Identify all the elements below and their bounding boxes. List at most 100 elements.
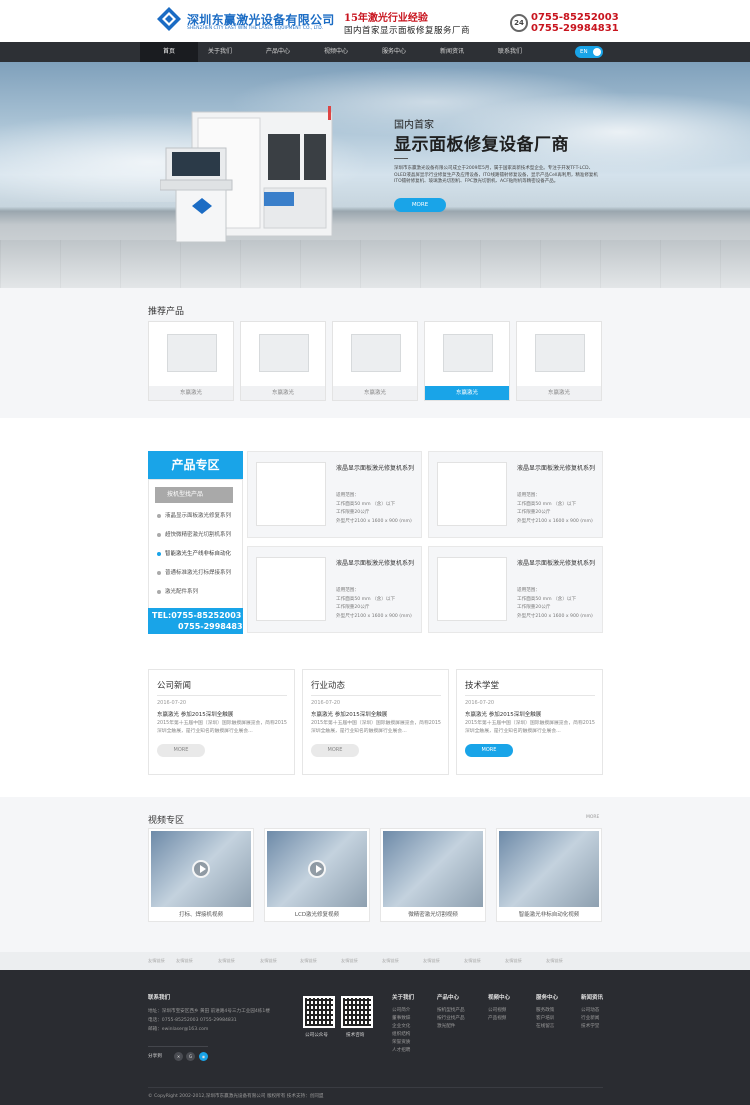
category-item[interactable]: 液晶显示面板激光修复系列 <box>157 511 239 521</box>
product-image <box>443 334 493 372</box>
recommended-product-card[interactable]: 东赢激光 <box>332 321 418 401</box>
sky-clouds <box>0 62 750 202</box>
video-label: 微精密激光切割视频 <box>408 912 458 918</box>
phone-24h-icon: 24 <box>510 14 528 32</box>
zone-product-card[interactable]: 液晶显示面板激光修复机系列 适用范围： 工作面高50 mm （含）以下 工作限重20… <box>428 546 603 633</box>
friend-link[interactable]: 友情链接 <box>382 958 399 964</box>
recommended-product-card[interactable]: 东赢激光 <box>240 321 326 401</box>
footer-link[interactable]: 人才招聘 <box>392 1046 410 1055</box>
nav-service[interactable]: 服务中心 <box>365 42 423 62</box>
footer-link[interactable]: 激光配件 <box>437 1022 455 1031</box>
video-card[interactable]: 微精密激光切割视频 <box>380 828 486 922</box>
friend-link[interactable]: 友情链接 <box>300 958 317 964</box>
company-logo-icon[interactable] <box>156 6 182 32</box>
friend-link[interactable]: 友情链接 <box>505 958 522 964</box>
nav-products[interactable]: 产品中心 <box>249 42 307 62</box>
news-box-title[interactable]: 公司新闻 <box>157 679 191 691</box>
google-plus-icon[interactable]: G <box>186 1052 195 1061</box>
product-label: 东赢激光 <box>333 386 417 400</box>
banner-more-button[interactable]: MORE <box>394 198 446 212</box>
news-headline[interactable]: 东赢激光 参加2015深圳全触展 <box>465 710 541 718</box>
news-more-button[interactable]: MORE <box>157 744 205 757</box>
tiled-floor <box>0 240 750 288</box>
footer-link[interactable]: 在线留言 <box>536 1022 554 1031</box>
product-name[interactable]: 液晶显示面板激光修复机系列 <box>336 559 416 569</box>
spec-line: 工作面高50 mm （含）以下 <box>517 501 577 507</box>
news-more-button[interactable]: MORE <box>311 744 359 757</box>
toggle-knob <box>593 48 601 56</box>
zone-product-card[interactable]: 液晶显示面板激光修复机系列 适用范围： 工作面高50 mm （含）以下 工作限重20… <box>247 546 422 633</box>
recommended-product-card[interactable]: 东赢激光 <box>424 321 510 401</box>
category-item[interactable]: 超快微精密激光切割机系列 <box>157 530 239 540</box>
phone-number-1: 0755-85252003 <box>531 12 619 23</box>
category-item[interactable]: 智能激光生产线非标自动化 <box>157 549 239 559</box>
friend-link[interactable]: 友情链接 <box>176 958 193 964</box>
tel-line-2: 0755-29984831 <box>178 622 249 631</box>
category-item[interactable]: 激光配件系列 <box>157 587 239 597</box>
spec-line: 工作限重20公斤 <box>336 510 370 515</box>
spec-line: 外型尺寸2100 x 1600 x 900 (mm) <box>336 518 412 524</box>
news-headline[interactable]: 东赢激光 参加2015深圳全触展 <box>157 710 233 718</box>
language-toggle[interactable]: EN <box>575 46 603 58</box>
product-specs: 适用范围： 工作面高50 mm （含）以下 工作限重20公斤 外型尺寸2100 x 1… <box>336 587 412 621</box>
news-date: 2016-07-20 <box>465 700 495 706</box>
nav-home[interactable]: 首页 <box>140 42 198 62</box>
product-image <box>259 334 309 372</box>
recommended-title: 推荐产品 <box>148 307 185 317</box>
laser-machine-image <box>160 106 333 243</box>
product-image <box>167 334 217 372</box>
footer-phone: 电话：0755-85252003 0755-29984831 <box>148 1018 237 1023</box>
hero-banner: 国内首家 显示面板修复设备厂商 深圳市东赢激光设备有限公司成立于2009年5月，… <box>0 62 750 288</box>
zone-product-card[interactable]: 液晶显示面板激光修复机系列 适用范围： 工作面高50 mm （含）以下 工作限重20… <box>428 451 603 538</box>
recommended-product-card[interactable]: 东赢激光 <box>148 321 234 401</box>
nav-news[interactable]: 新闻资讯 <box>423 42 481 62</box>
video-thumbnail <box>499 831 599 907</box>
friend-link[interactable]: 友情链接 <box>341 958 358 964</box>
category-header[interactable]: 按机型找产品 <box>155 487 233 503</box>
spec-line: 工作限重20公斤 <box>517 605 551 610</box>
play-icon[interactable] <box>308 860 326 878</box>
nav-contact[interactable]: 联系我们 <box>481 42 539 62</box>
spec-line: 工作面高50 mm （含）以下 <box>336 596 396 602</box>
footer-col-title[interactable]: 关于我们 <box>392 993 414 1001</box>
nav-about[interactable]: 关于我们 <box>191 42 249 62</box>
friend-link[interactable]: 友情链接 <box>218 958 235 964</box>
footer-link[interactable]: 产品视频 <box>488 1014 506 1023</box>
slogan-service: 国内首家显示面板修复服务厂商 <box>344 26 471 36</box>
news-box-title[interactable]: 行业动态 <box>311 679 345 691</box>
video-thumbnail <box>383 831 483 907</box>
product-name[interactable]: 液晶显示面板激光修复机系列 <box>517 559 597 569</box>
product-name[interactable]: 液晶显示面板激光修复机系列 <box>517 464 597 474</box>
news-more-button[interactable]: MORE <box>465 744 513 757</box>
video-card[interactable]: 打标、焊接机视频 <box>148 828 254 922</box>
friend-link[interactable]: 友情链接 <box>148 958 165 964</box>
video-card[interactable]: LCD激光修复视频 <box>264 828 370 922</box>
play-icon[interactable] <box>192 860 210 878</box>
spec-line: 适用范围： <box>336 493 359 498</box>
video-card[interactable]: 智能激光非标自动化视频 <box>496 828 602 922</box>
footer-link[interactable]: 技术学堂 <box>581 1022 599 1031</box>
spec-line: 工作面高50 mm （含）以下 <box>517 596 577 602</box>
news-box-title[interactable]: 技术学堂 <box>465 679 499 691</box>
product-name[interactable]: 液晶显示面板激光修复机系列 <box>336 464 416 474</box>
footer-col-title[interactable]: 视频中心 <box>488 993 510 1001</box>
news-headline[interactable]: 东赢激光 参加2015深圳全触展 <box>311 710 387 718</box>
nav-videos[interactable]: 视频中心 <box>307 42 365 62</box>
video-more-link[interactable]: MORE <box>586 815 599 820</box>
zone-product-card[interactable]: 液晶显示面板激光修复机系列 适用范围： 工作面高50 mm （含）以下 工作限重20… <box>247 451 422 538</box>
footer-col-title[interactable]: 新闻资讯 <box>581 993 603 1001</box>
video-section-title: 视频专区 <box>148 816 185 826</box>
friend-link[interactable]: 友情链接 <box>260 958 277 964</box>
recommended-product-card[interactable]: 东赢激光 <box>516 321 602 401</box>
friend-link[interactable]: 友情链接 <box>546 958 563 964</box>
site-footer <box>0 970 750 1105</box>
footer-contact-title: 联系我们 <box>148 995 171 1001</box>
weibo-icon[interactable]: ✕ <box>174 1052 183 1061</box>
category-item[interactable]: 普通标准激光打标焊接系列 <box>157 568 239 578</box>
wechat-icon[interactable]: ◉ <box>199 1052 208 1061</box>
footer-col-title[interactable]: 产品中心 <box>437 993 459 1001</box>
friend-link[interactable]: 友情链接 <box>464 958 481 964</box>
footer-col-title[interactable]: 服务中心 <box>536 993 558 1001</box>
spec-line: 工作面高50 mm （含）以下 <box>336 501 396 507</box>
friend-link[interactable]: 友情链接 <box>423 958 440 964</box>
